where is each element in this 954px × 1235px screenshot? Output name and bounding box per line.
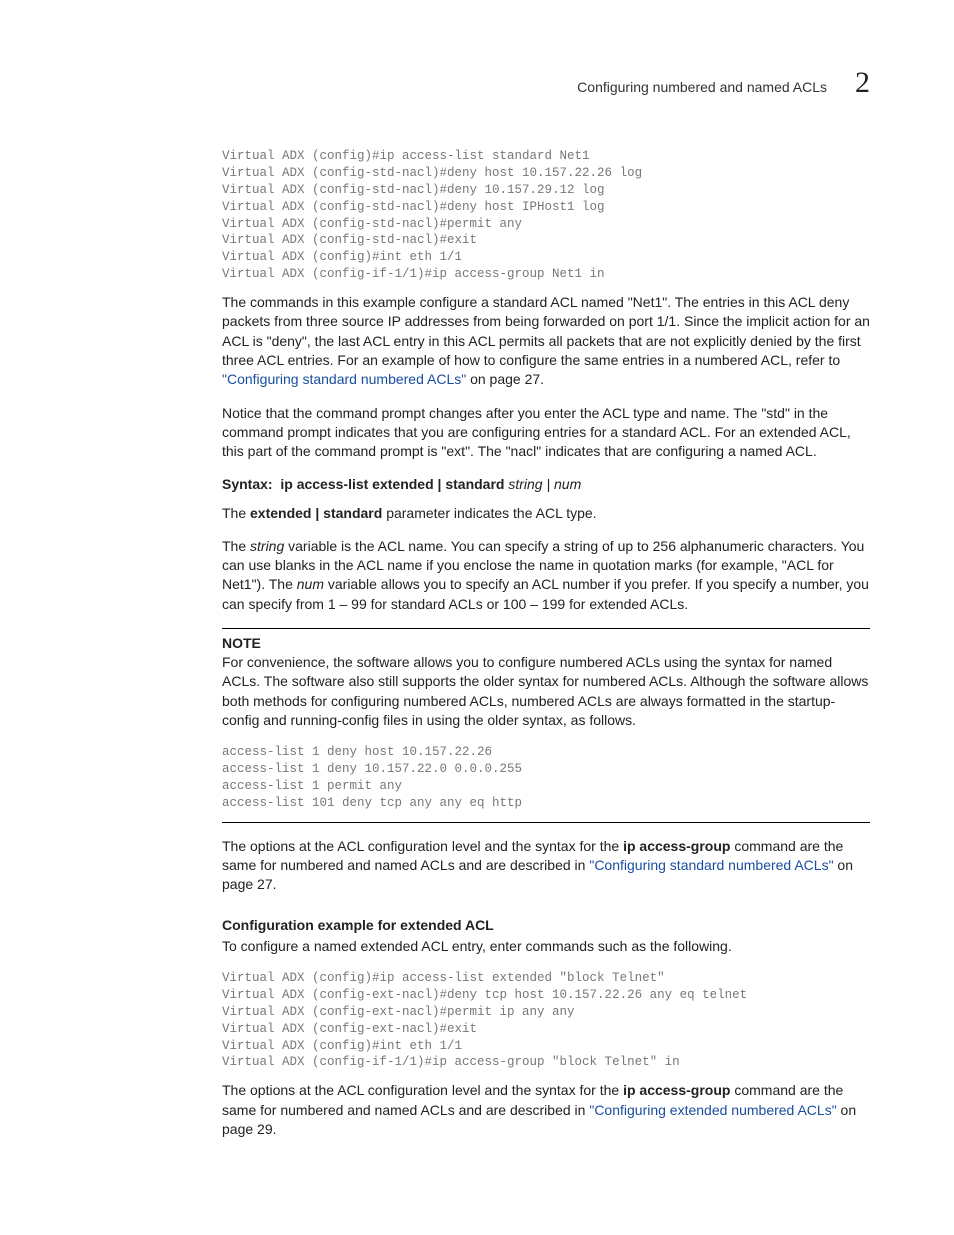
note-block: NOTE For convenience, the software allow… (222, 628, 870, 823)
syntax-command: ip access-list extended | standard (280, 476, 504, 492)
chapter-number: 2 (855, 66, 870, 100)
paragraph: Notice that the command prompt changes a… (222, 404, 870, 462)
text: The (222, 505, 250, 521)
paragraph: The options at the ACL configuration lev… (222, 837, 870, 895)
text-italic: num (297, 576, 324, 592)
code-block-note: access-list 1 deny host 10.157.22.26 acc… (222, 744, 870, 812)
text-bold: extended | standard (250, 505, 382, 521)
header-title: Configuring numbered and named ACLs (577, 79, 827, 95)
note-heading: NOTE (222, 635, 870, 651)
link-config-std-numbered-acls[interactable]: "Configuring standard numbered ACLs" (222, 371, 466, 387)
text-italic: string (250, 538, 284, 554)
syntax-line: Syntax: ip access-list extended | standa… (222, 476, 870, 492)
paragraph: The extended | standard parameter indica… (222, 504, 870, 523)
text: The options at the ACL configuration lev… (222, 1082, 623, 1098)
page: Configuring numbered and named ACLs 2 Vi… (0, 0, 954, 1235)
text: on page 27. (466, 371, 544, 387)
paragraph: The commands in this example configure a… (222, 293, 870, 390)
code-block-standard-acl: Virtual ADX (config)#ip access-list stan… (222, 148, 870, 283)
text: The (222, 538, 250, 554)
paragraph: To configure a named extended ACL entry,… (222, 937, 870, 956)
paragraph: The string variable is the ACL name. You… (222, 537, 870, 614)
text: parameter indicates the ACL type. (382, 505, 596, 521)
link-config-ext-numbered-acls[interactable]: "Configuring extended numbered ACLs" (589, 1102, 836, 1118)
syntax-label: Syntax: (222, 476, 273, 492)
paragraph: The options at the ACL configuration lev… (222, 1081, 870, 1139)
code-block-extended-acl: Virtual ADX (config)#ip access-list exte… (222, 970, 870, 1071)
link-config-std-numbered-acls[interactable]: "Configuring standard numbered ACLs" (589, 857, 833, 873)
syntax-args: string | num (508, 476, 581, 492)
subheading-extended-acl: Configuration example for extended ACL (222, 917, 870, 933)
text: The options at the ACL configuration lev… (222, 838, 623, 854)
text-bold: ip access-group (623, 1082, 730, 1098)
page-header: Configuring numbered and named ACLs 2 (130, 66, 870, 100)
note-body: For convenience, the software allows you… (222, 653, 870, 730)
text-bold: ip access-group (623, 838, 730, 854)
text: The commands in this example configure a… (222, 294, 870, 368)
